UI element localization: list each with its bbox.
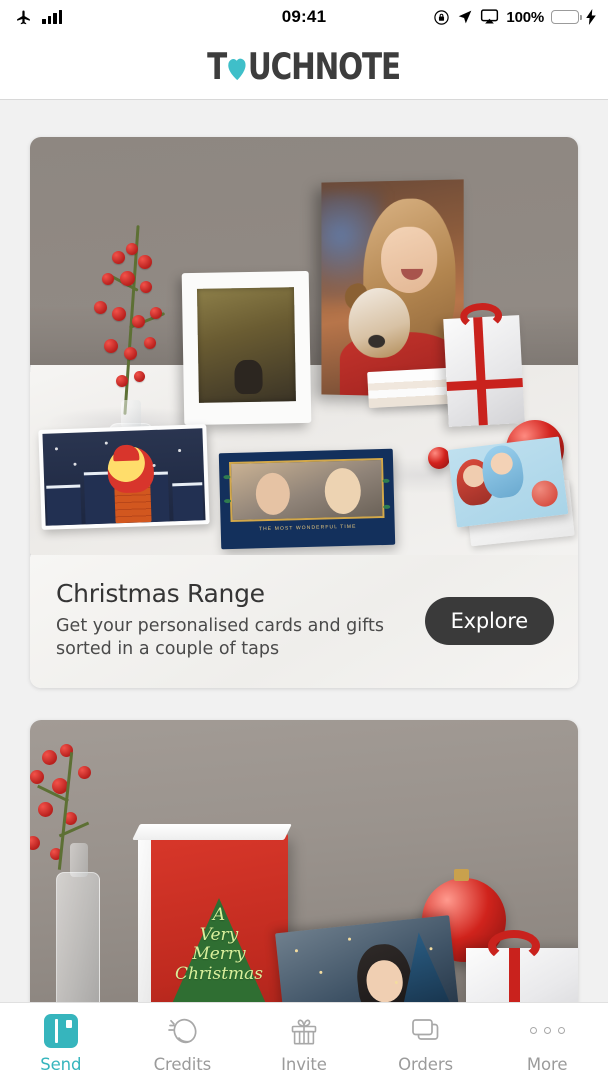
battery-icon <box>551 10 579 24</box>
card-subtitle: Get your personalised cards and gifts so… <box>56 615 386 662</box>
navy-photo-card: THE MOST WONDERFUL TIME <box>219 449 395 550</box>
promo-card-merry-christmas[interactable]: A Very Merry Christmas <box>30 720 578 1002</box>
tab-credits[interactable]: Credits <box>122 1003 244 1080</box>
airplay-icon <box>480 9 499 25</box>
blue-photo-card <box>448 436 569 527</box>
rotation-lock-icon <box>433 9 450 26</box>
three-dots-icon <box>530 1014 565 1048</box>
location-arrow-icon <box>457 9 473 25</box>
photo-card-girl <box>275 915 460 1002</box>
lightning-bolt-icon <box>586 9 596 25</box>
gift-box-icon <box>288 1014 320 1048</box>
bottom-tab-bar: Send Credits Invite Orders More <box>0 1002 608 1080</box>
christmas-range-photo: THE MOST WONDERFUL TIME <box>30 137 578 555</box>
status-bar: 09:41 100% <box>0 0 608 34</box>
coin-flip-icon <box>165 1014 199 1048</box>
tab-more-label: More <box>527 1055 568 1074</box>
tab-credits-label: Credits <box>154 1055 212 1074</box>
card-caption: Christmas Range Get your personalised ca… <box>30 555 578 688</box>
tab-invite[interactable]: Invite <box>243 1003 365 1080</box>
santa-card <box>38 424 209 530</box>
logo-text-part1: T <box>208 45 227 87</box>
logo-text-part2: UCHNOTE <box>248 45 400 87</box>
red-greeting-card: A Very Merry Christmas <box>150 834 288 1002</box>
berry-branch <box>82 215 192 430</box>
white-picture-frame <box>182 271 312 425</box>
heart-icon <box>227 55 248 81</box>
merry-christmas-photo: A Very Merry Christmas <box>30 720 578 1002</box>
tab-orders-label: Orders <box>398 1055 453 1074</box>
explore-button[interactable]: Explore <box>425 597 554 645</box>
scroll-content[interactable]: THE MOST WONDERFUL TIME Christmas Range … <box>0 100 608 1002</box>
gift-box-ribbon <box>466 948 578 1002</box>
red-card-script: A Very Merry Christmas <box>150 906 288 984</box>
navy-card-caption: THE MOST WONDERFUL TIME <box>231 523 385 533</box>
tab-more[interactable]: More <box>486 1003 608 1080</box>
touchnote-logo: T UCHNOTE <box>208 45 401 87</box>
gift-box-white <box>443 315 525 427</box>
promo-card-christmas-range[interactable]: THE MOST WONDERFUL TIME Christmas Range … <box>30 137 578 688</box>
app-header: T UCHNOTE <box>0 34 608 100</box>
stacked-cards-icon <box>409 1014 443 1048</box>
canvas-print-girl-dog <box>321 179 463 397</box>
red-bauble-small <box>428 447 450 469</box>
status-bar-right: 100% <box>433 9 596 26</box>
tab-send-label: Send <box>40 1055 81 1074</box>
battery-percent: 100% <box>506 9 544 26</box>
glass-bottle <box>56 872 100 1002</box>
tab-send[interactable]: Send <box>0 1003 122 1080</box>
tab-orders[interactable]: Orders <box>365 1003 487 1080</box>
tab-invite-label: Invite <box>281 1055 327 1074</box>
send-card-icon <box>44 1014 78 1048</box>
